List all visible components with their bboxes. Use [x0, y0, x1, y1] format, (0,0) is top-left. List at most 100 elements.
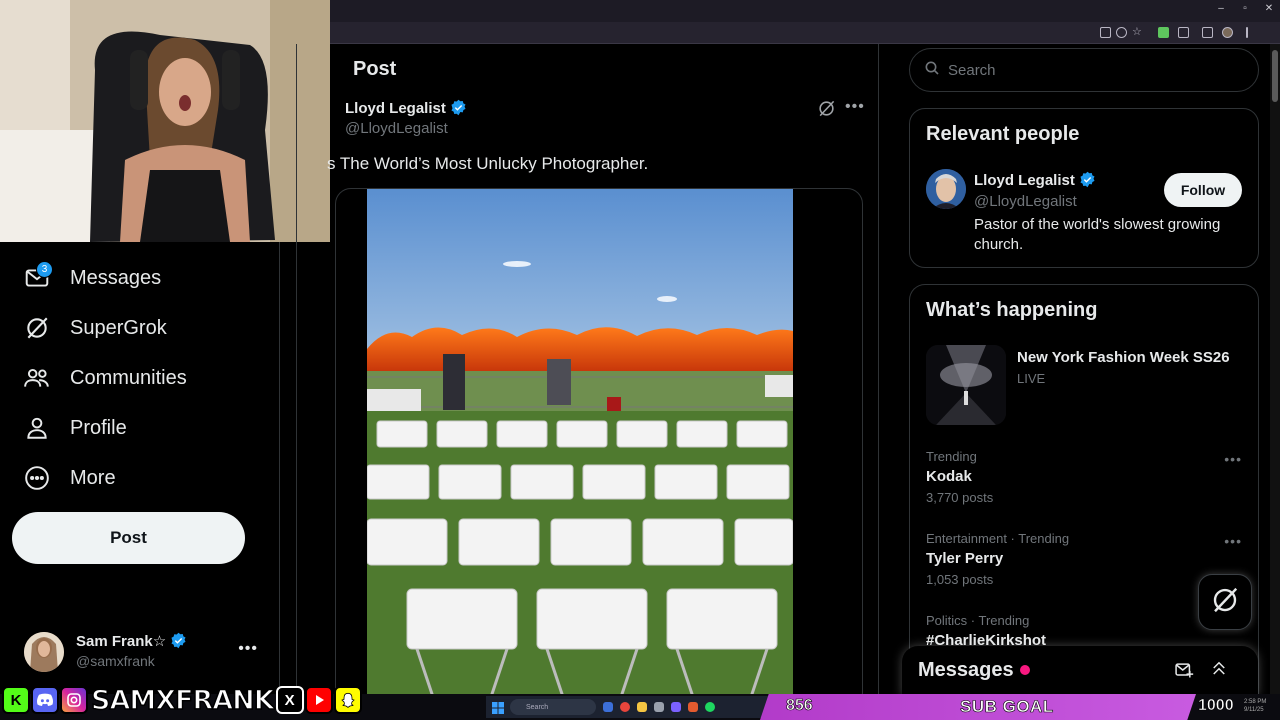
person-bio: Pastor of the world's slowest growing ch… [974, 216, 1221, 253]
discord-taskbar-icon[interactable] [671, 702, 681, 712]
left-sidebar: 3 Messages SuperGrok Communities Profile… [0, 242, 280, 694]
trend-headline[interactable]: New York Fashion Week SS26 [1017, 349, 1230, 366]
webcam-feed [0, 0, 330, 242]
verified-badge-icon [451, 99, 466, 116]
obs-icon[interactable] [688, 702, 698, 712]
sidebar-item-label: Messages [70, 266, 162, 289]
people-icon [22, 363, 52, 393]
main-column: Post Lloyd Legalist @LloydLegalist ••• s… [296, 44, 879, 694]
relevant-people-card: Relevant people Lloyd Legalist @LloydLeg… [909, 108, 1259, 268]
notification-badge: 3 [36, 261, 53, 278]
person-handle[interactable]: @LloydLegalist [974, 193, 1077, 210]
grok-floating-button[interactable] [1198, 574, 1252, 630]
profile-avatar-icon[interactable] [1222, 27, 1233, 38]
sidebar-item-profile[interactable]: Profile [22, 408, 127, 448]
sidebar-item-more[interactable]: More [22, 458, 116, 498]
trend-name: Tyler Perry [926, 550, 1004, 567]
windows-taskbar: Search [486, 696, 768, 718]
sidebar-item-supergrok[interactable]: SuperGrok [22, 308, 167, 348]
trend-thumbnail[interactable] [926, 345, 1006, 425]
discord-icon [31, 686, 59, 714]
person-icon [22, 413, 52, 443]
more-circle-icon [22, 463, 52, 493]
trend-item[interactable]: Trending Kodak 3,770 posts ••• [926, 449, 1246, 513]
snapchat-icon [333, 686, 362, 714]
sidebar-item-label: Communities [70, 366, 187, 389]
browser-title-bar: – ▫ ✕ [330, 0, 1280, 22]
card-title: Relevant people [926, 123, 1080, 145]
sidebar-item-communities[interactable]: Communities [22, 358, 187, 398]
sidebar-item-label: SuperGrok [70, 316, 167, 339]
instagram-icon [60, 686, 88, 714]
grok-icon [22, 313, 52, 343]
post-button[interactable]: Post [12, 512, 245, 564]
system-clock: 2:58 PM 9/11/25 [1244, 699, 1267, 713]
search-icon [924, 60, 940, 81]
cast-icon[interactable] [1100, 27, 1111, 38]
sub-goal-target: 1000 [1198, 697, 1234, 715]
live-label: LIVE [1017, 371, 1046, 386]
trend-more-icon[interactable]: ••• [1224, 451, 1242, 467]
scrollbar-thumb[interactable] [1272, 50, 1278, 102]
taskbar-search[interactable]: Search [510, 699, 596, 715]
youtube-icon [304, 686, 333, 714]
post-author-handle[interactable]: @LloydLegalist [345, 120, 448, 137]
post-more-icon[interactable]: ••• [845, 98, 865, 116]
post-text: s The World’s Most Unlucky Photographer. [327, 154, 649, 173]
page-scrollbar[interactable] [1270, 44, 1280, 694]
windows-start-icon[interactable] [492, 701, 504, 719]
trend-name: Kodak [926, 468, 972, 485]
kick-icon: K [2, 686, 30, 714]
sidebar-item-label: Profile [70, 416, 127, 439]
sidepanel-icon[interactable] [1202, 27, 1213, 38]
more-icon[interactable]: ••• [238, 640, 258, 658]
envelope-icon: 3 [22, 261, 53, 293]
file-explorer-icon[interactable] [637, 702, 647, 712]
verified-badge-icon [1080, 171, 1095, 188]
streamer-brand: SAMXFRANK [90, 684, 275, 717]
messages-drawer[interactable]: Messages [902, 646, 1258, 696]
grok-icon [1210, 585, 1240, 620]
zoom-icon[interactable] [1116, 27, 1127, 38]
search-bar[interactable] [909, 48, 1259, 92]
sidebar-item-label: More [70, 466, 116, 489]
app-icon[interactable] [654, 702, 664, 712]
sub-goal-current: 856 [786, 697, 813, 715]
unread-dot [1020, 665, 1030, 675]
maximize-icon[interactable]: ▫ [1234, 3, 1256, 14]
card-title: What’s happening [926, 299, 1098, 321]
new-message-icon[interactable] [1174, 660, 1194, 685]
page-title: Post [353, 58, 397, 80]
extensions-puzzle-icon[interactable] [1178, 27, 1189, 38]
chrome-icon[interactable] [620, 702, 630, 712]
account-handle: @samxfrank [76, 653, 155, 669]
post-video[interactable] [367, 189, 793, 694]
person-name[interactable]: Lloyd Legalist [974, 171, 1096, 189]
browser-menu-icon[interactable] [1246, 27, 1248, 38]
trend-more-icon[interactable]: ••• [1224, 533, 1242, 549]
messages-drawer-title: Messages [918, 659, 1014, 681]
sidebar-item-messages[interactable]: 3 Messages [22, 258, 161, 298]
x-icon: X [275, 686, 304, 714]
whats-happening-card: What’s happening New York Fashion Week S… [909, 284, 1259, 704]
grok-explain-icon[interactable] [817, 99, 836, 123]
avatar[interactable] [926, 169, 966, 209]
trend-context: Entertainment · Trending [926, 531, 1070, 546]
bookmark-star-icon[interactable]: ☆ [1132, 25, 1143, 38]
search-input[interactable] [948, 61, 1228, 79]
account-switcher[interactable]: Sam Frank☆ @samxfrank ••• [24, 630, 264, 674]
minimize-icon[interactable]: – [1210, 3, 1232, 14]
close-icon[interactable]: ✕ [1258, 3, 1280, 14]
spotify-icon[interactable] [705, 702, 715, 712]
social-logos: K SAMXFRANK X [2, 683, 363, 717]
account-name: Sam Frank☆ [76, 632, 187, 650]
chevron-up-icon[interactable] [1210, 658, 1228, 683]
browser-toolbar: ☆ [330, 22, 1280, 44]
extension-icon[interactable] [1158, 27, 1169, 38]
avatar [24, 632, 64, 672]
sub-goal-label: SUB GOAL [960, 697, 1054, 717]
follow-button[interactable]: Follow [1164, 173, 1242, 207]
post-author-name[interactable]: Lloyd Legalist [345, 99, 467, 117]
trend-context: Trending [926, 449, 977, 464]
widgets-icon[interactable] [603, 702, 613, 712]
